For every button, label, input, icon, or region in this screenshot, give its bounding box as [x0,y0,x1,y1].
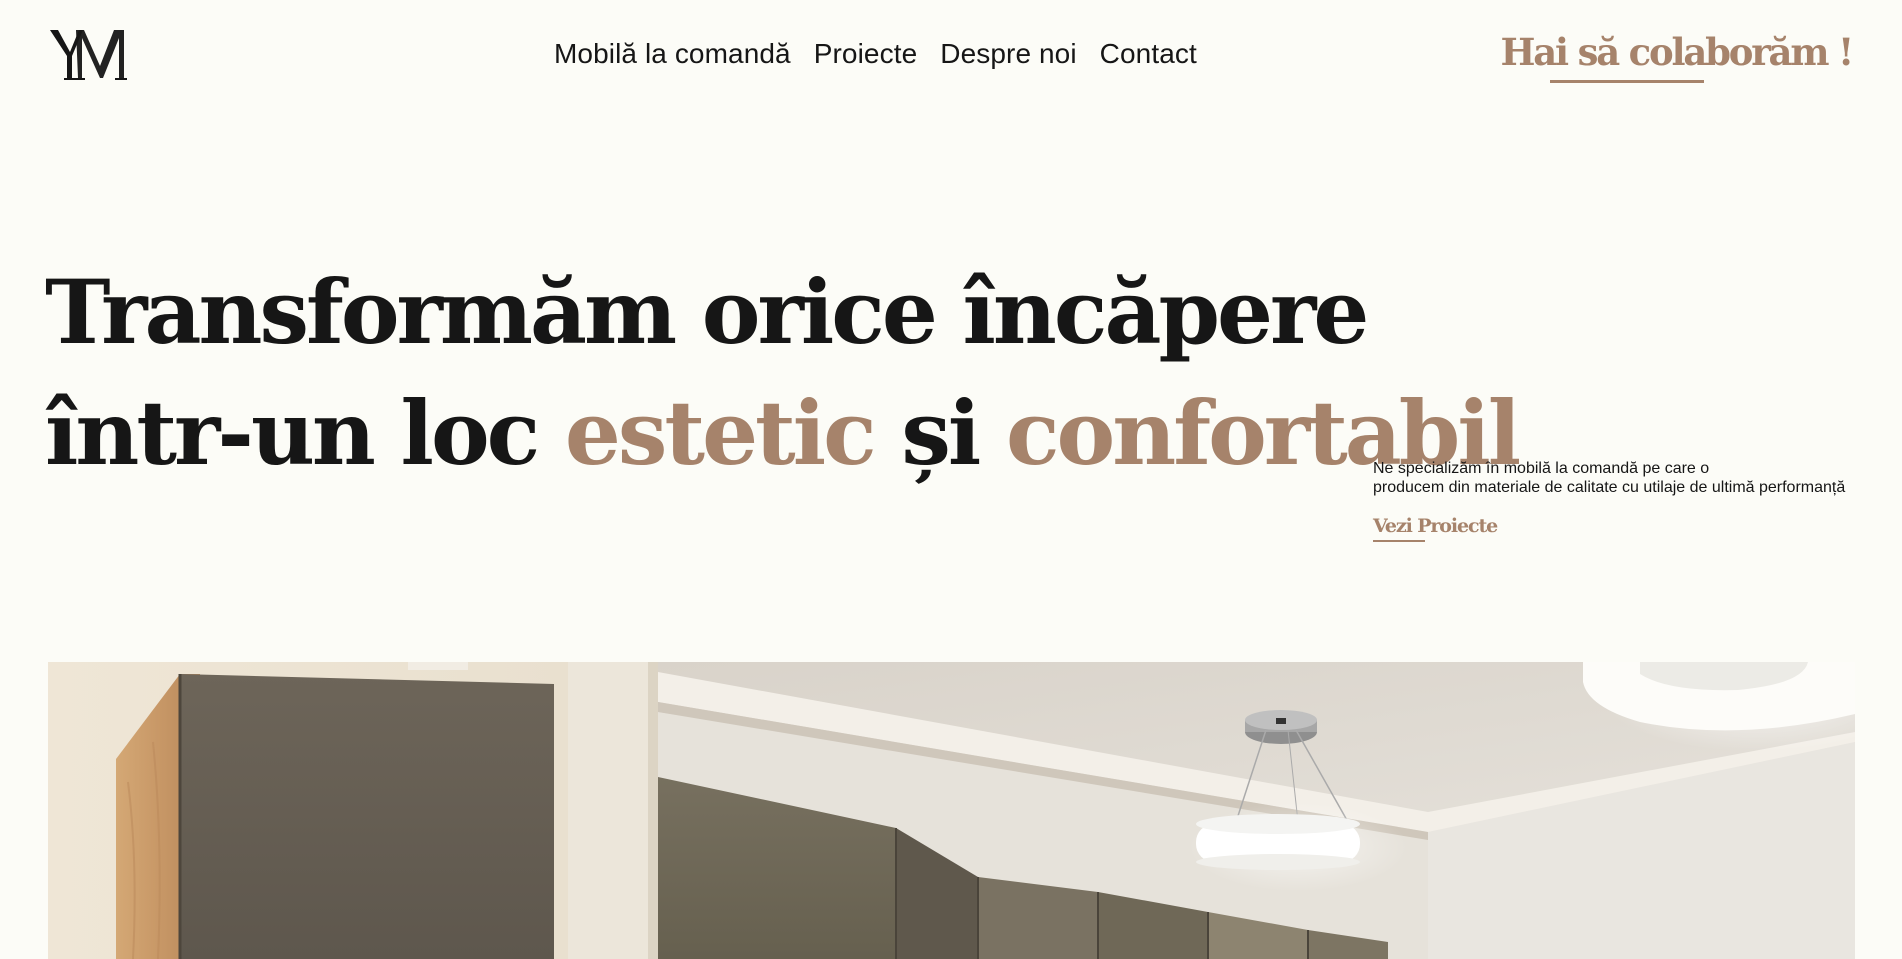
cta-underline [1550,80,1704,83]
page: Mobilă la comandă Proiecte Despre noi Co… [0,0,1902,959]
nav-item-proiecte[interactable]: Proiecte [814,38,918,70]
nav-item-despre-noi[interactable]: Despre noi [940,38,1076,70]
hero-description: Ne specializăm în mobilă la comandă pe c… [1373,459,1873,497]
nav-item-mobila[interactable]: Mobilă la comandă [554,38,791,70]
hero-title-line1: Transformăm orice încăpere [45,260,1369,364]
view-projects-underline [1373,540,1425,542]
interior-photo-illustration [48,662,1855,959]
view-projects-link[interactable]: Vezi Proiecte [1373,515,1498,537]
hero-title-accent-estetic: estetic [564,381,877,485]
main-nav: Mobilă la comandă Proiecte Despre noi Co… [554,38,1220,70]
hero-interior-photo [48,662,1855,959]
hero-title: Transformăm orice încăpere într-un loc e… [45,252,1521,494]
hero-title-middle: și [873,381,1006,485]
hero-title-line2-start: într-un loc [45,381,565,485]
hero-description-line1: Ne specializăm în mobilă la comandă pe c… [1373,460,1710,477]
ym-monogram-logo-icon [50,30,127,80]
ym-logo[interactable] [48,26,130,84]
nav-item-contact[interactable]: Contact [1100,38,1197,70]
hero-description-line2: producem din materiale de calitate cu ut… [1373,479,1846,496]
collaborate-cta-button[interactable]: Hai să colaborăm ! [1501,30,1855,74]
